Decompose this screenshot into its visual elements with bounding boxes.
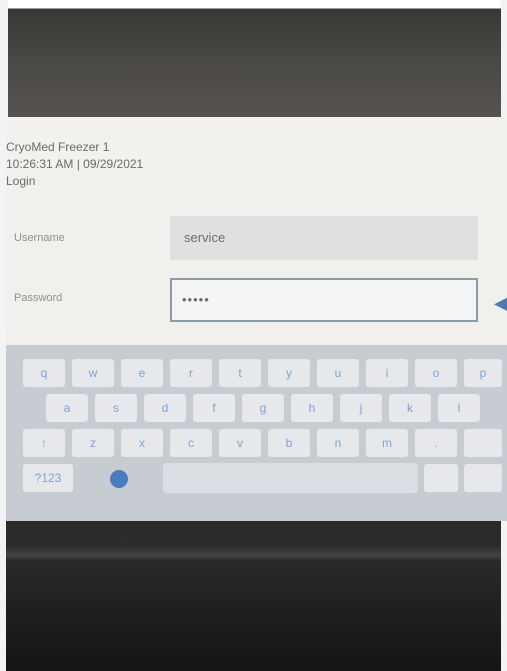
key-v[interactable]: v: [219, 429, 261, 457]
globe-key[interactable]: [106, 464, 132, 492]
show-password-icon[interactable]: ◀: [494, 293, 507, 314]
key-t[interactable]: t: [219, 359, 261, 387]
page-title: Login: [6, 174, 36, 188]
onscreen-keyboard: q w e r t y u i o p a s d f g h j k l ↑ …: [6, 345, 507, 521]
key-f[interactable]: f: [193, 394, 235, 422]
key-m[interactable]: m: [366, 429, 408, 457]
key-q[interactable]: q: [23, 359, 65, 387]
key-n[interactable]: n: [317, 429, 359, 457]
key-b[interactable]: b: [268, 429, 310, 457]
device-bezel-bottom: [6, 521, 501, 671]
key-g[interactable]: g: [242, 394, 284, 422]
key-k[interactable]: k: [389, 394, 431, 422]
key-l[interactable]: l: [438, 394, 480, 422]
password-field[interactable]: •••••: [170, 278, 478, 322]
key-i[interactable]: i: [366, 359, 408, 387]
key-period[interactable]: .: [415, 429, 457, 457]
key-w[interactable]: w: [72, 359, 114, 387]
shift-key[interactable]: ↑: [23, 429, 65, 457]
key-a[interactable]: a: [46, 394, 88, 422]
device-bezel-top: [0, 0, 507, 118]
datetime-display: 10:26:31 AM | 09/29/2021: [6, 157, 144, 171]
key-s[interactable]: s: [95, 394, 137, 422]
globe-icon: [110, 469, 128, 488]
key-y[interactable]: y: [268, 359, 310, 387]
space-bar[interactable]: [163, 463, 418, 493]
key-p[interactable]: p: [464, 359, 502, 387]
key-o[interactable]: o: [415, 359, 457, 387]
key-e[interactable]: e: [121, 359, 163, 387]
key-extra[interactable]: [464, 429, 502, 457]
key-c[interactable]: c: [170, 429, 212, 457]
symbols-key[interactable]: ?123: [23, 464, 73, 492]
key-z[interactable]: z: [72, 429, 114, 457]
key-j[interactable]: j: [340, 394, 382, 422]
username-label: Username: [14, 232, 65, 244]
key-x[interactable]: x: [121, 429, 163, 457]
key-d[interactable]: d: [144, 394, 186, 422]
key-extra-1[interactable]: [424, 464, 458, 492]
key-h[interactable]: h: [291, 394, 333, 422]
key-u[interactable]: u: [317, 359, 359, 387]
key-extra-2[interactable]: [464, 464, 502, 492]
key-r[interactable]: r: [170, 359, 212, 387]
password-label: Password: [14, 292, 63, 304]
device-title: CryoMed Freezer 1: [6, 140, 110, 154]
touchscreen: CryoMed Freezer 1 10:26:31 AM | 09/29/20…: [6, 117, 507, 521]
username-field[interactable]: service: [170, 216, 478, 260]
